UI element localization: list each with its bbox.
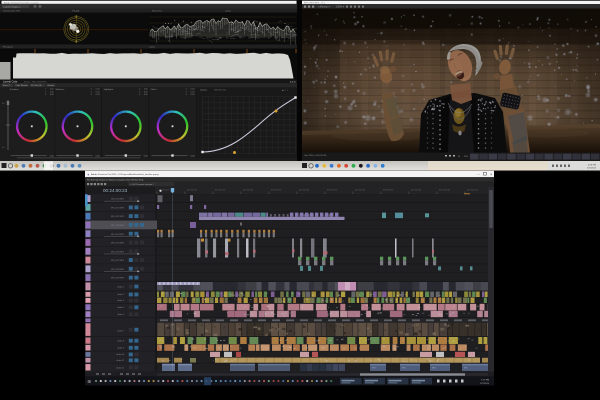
svg-text:Luma: Luma bbox=[149, 47, 155, 49]
svg-text:Histogram: Histogram bbox=[3, 46, 13, 49]
svg-text:00:23:53:00: 00:23:53:00 bbox=[243, 189, 253, 191]
svg-text:MVI_0576.MP4: MVI_0576.MP4 bbox=[111, 251, 124, 253]
svg-text:Offset: Offset bbox=[151, 88, 157, 91]
svg-text:Audio 8: Audio 8 bbox=[118, 340, 124, 343]
svg-text:4:09 PM: 4:09 PM bbox=[588, 165, 596, 167]
svg-text:Audio 5: Audio 5 bbox=[118, 313, 124, 316]
svg-text:Lumetri Scopes =: Lumetri Scopes = bbox=[4, 5, 22, 8]
svg-text:MVI_0571.MP4: MVI_0571.MP4 bbox=[111, 207, 124, 209]
svg-text:00:23:511:00: 00:23:511:00 bbox=[467, 189, 478, 191]
svg-text:Audio 9: Audio 9 bbox=[118, 347, 124, 350]
svg-text:RGB Hue Sat: RGB Hue Sat bbox=[214, 89, 227, 92]
svg-text:Audio 2: Audio 2 bbox=[118, 293, 124, 296]
svg-text:—: — bbox=[477, 172, 480, 176]
svg-text:Color Wheels: Color Wheels bbox=[16, 85, 28, 87]
svg-text:Midtones: Midtones bbox=[56, 88, 66, 91]
svg-text:Waveform: Waveform bbox=[152, 10, 162, 13]
svg-text:00:23:51:00: 00:23:51:00 bbox=[187, 189, 197, 191]
svg-text:Audio 10: Audio 10 bbox=[117, 353, 124, 356]
svg-text:Highlights: Highlights bbox=[104, 88, 115, 91]
svg-text:00:23:510:00: 00:23:510:00 bbox=[439, 189, 450, 191]
svg-text:MVI_0572.MP4: MVI_0572.MP4 bbox=[111, 216, 124, 218]
svg-text:00:23:56:00: 00:23:56:00 bbox=[327, 189, 337, 191]
svg-text:00:23:52:00: 00:23:52:00 bbox=[215, 189, 225, 191]
svg-text:50%: 50% bbox=[464, 156, 468, 158]
svg-text:0.0: 0.0 bbox=[2, 147, 5, 149]
svg-text:100% ▾: 100% ▾ bbox=[336, 6, 344, 9]
svg-text:Vectors: Vectors bbox=[48, 84, 55, 87]
svg-text:MVI_0575.MP4: MVI_0575.MP4 bbox=[111, 243, 124, 245]
svg-text:00:23:55:00: 00:23:55:00 bbox=[299, 189, 309, 191]
svg-text:✕ 00:24 master timeline ≡: ✕ 00:24 master timeline ≡ bbox=[130, 183, 155, 186]
svg-text:MVI_0579.MP4: MVI_0579.MP4 bbox=[111, 278, 124, 280]
svg-text:MVI_0577.MP4: MVI_0577.MP4 bbox=[111, 260, 124, 262]
svg-text:Over 2500 + 00:07:02:06: Over 2500 + 00:07:02:06 bbox=[304, 155, 327, 157]
svg-text:00:23:57:00: 00:23:57:00 bbox=[355, 189, 365, 191]
svg-text:Adobe Premiere Pro 2020 - Lume: Adobe Premiere Pro 2020 - Lumetri bbox=[4, 1, 39, 4]
svg-text:● ○ ○: ● ○ ○ bbox=[282, 89, 289, 92]
svg-text:MVI_0573.MP4: MVI_0573.MP4 bbox=[111, 225, 124, 227]
svg-text:File Edit Clip Sequence: File Edit Clip Sequence Markers Graphics… bbox=[87, 179, 144, 182]
svg-text:Audio 1: Audio 1 bbox=[118, 286, 124, 289]
svg-text:00:23:54:00: 00:23:54:00 bbox=[271, 189, 281, 191]
svg-text:◂ Monitor ▾: ◂ Monitor ▾ bbox=[318, 6, 330, 9]
svg-text:Audio 11: Audio 11 bbox=[117, 359, 124, 362]
svg-text:4.0: 4.0 bbox=[2, 103, 5, 105]
svg-text:00:24:00:23: 00:24:00:23 bbox=[103, 188, 128, 193]
svg-text:Audio 7: Audio 7 bbox=[118, 329, 124, 332]
svg-text:MVI_0570.MP4: MVI_0570.MP4 bbox=[111, 199, 124, 201]
svg-text:Audio 3: Audio 3 bbox=[118, 299, 124, 302]
svg-text:7:17 PM: 7:17 PM bbox=[481, 380, 489, 382]
svg-text:5/27/2020: 5/27/2020 bbox=[587, 168, 597, 170]
svg-text:Parade: Parade bbox=[72, 10, 80, 13]
svg-text:Shadows: Shadows bbox=[10, 89, 20, 91]
svg-text:Curves: Curves bbox=[200, 89, 208, 92]
svg-text:00:23:59:00: 00:23:59:00 bbox=[411, 189, 421, 191]
svg-text:3D Color M..: 3D Color M.. bbox=[31, 85, 43, 87]
svg-text:Luma: Luma bbox=[225, 11, 231, 13]
svg-text:Audio 4: Audio 4 bbox=[118, 306, 124, 309]
svg-text:⊞: ⊞ bbox=[88, 379, 91, 384]
svg-text:5/27/2020: 5/27/2020 bbox=[480, 383, 490, 385]
svg-text:Master - MVI_0582.MP4: Master - MVI_0582.MP4 bbox=[24, 80, 47, 83]
svg-text:Basic C..: Basic C.. bbox=[3, 85, 11, 87]
svg-text:MVI_0578.MP4: MVI_0578.MP4 bbox=[111, 269, 124, 271]
svg-text:■ ■ ■: ■ ■ ■ bbox=[290, 80, 296, 83]
svg-text:Vectorscope YUV: Vectorscope YUV bbox=[3, 10, 21, 13]
svg-text:MVI_0574.MP4: MVI_0574.MP4 bbox=[111, 234, 124, 236]
svg-text:00:23:58:00: 00:23:58:00 bbox=[383, 189, 393, 191]
svg-text:Audio 12: Audio 12 bbox=[117, 366, 124, 369]
svg-text:Adobe Premiere Pro 2020 - D:\P: Adobe Premiere Pro 2020 - D:\Projects\Au… bbox=[91, 173, 159, 176]
svg-text:Lumetri Color: Lumetri Color bbox=[3, 80, 18, 83]
